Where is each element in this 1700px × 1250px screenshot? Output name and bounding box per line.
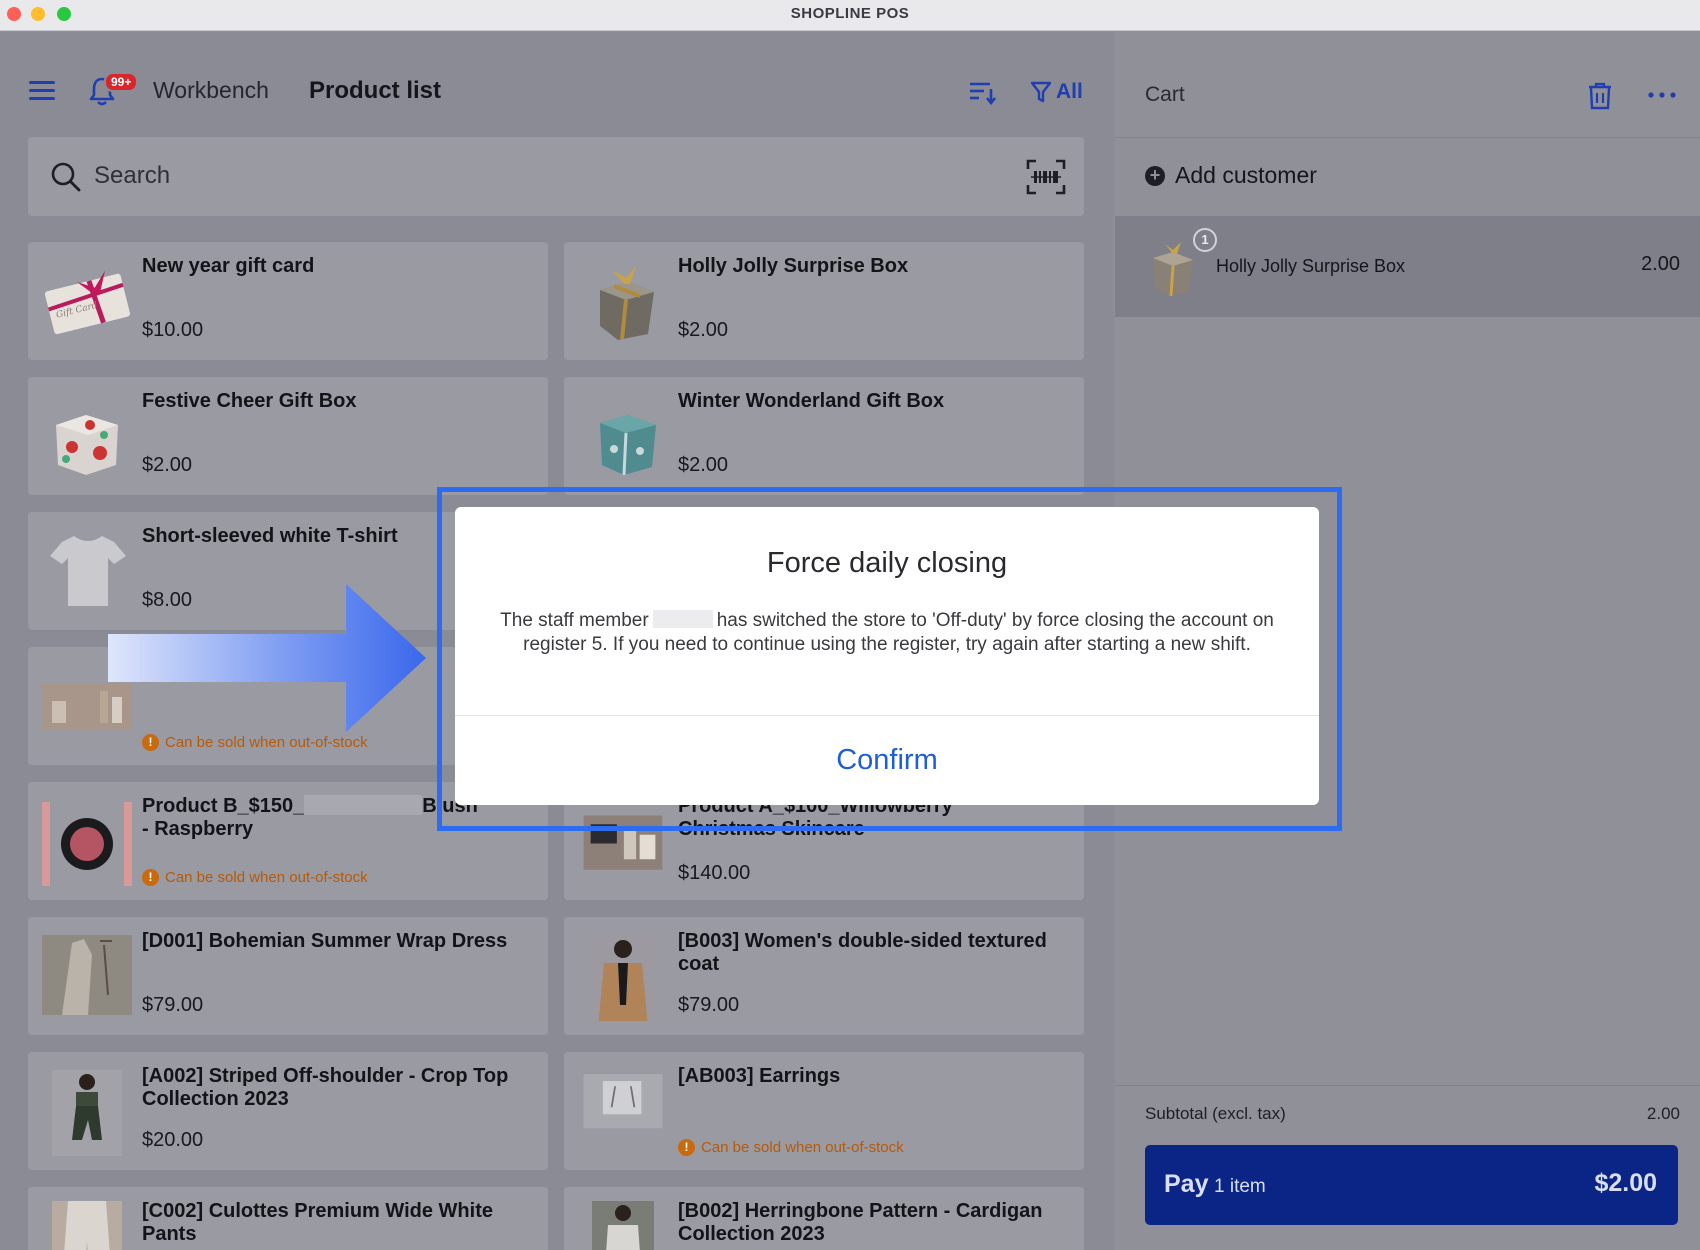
product-price: $2.00 [678,319,729,341]
product-card[interactable]: [AB003] Earrings ! Can be sold when out-… [564,1052,1084,1170]
product-name: [A002] Striped Off-shoulder - Crop Top C… [142,1065,509,1110]
subtotal-label: Subtotal (excl. tax) [1145,1104,1286,1123]
workbench-link[interactable]: Workbench [153,77,269,104]
earrings-thumbnail [583,1074,663,1129]
menu-icon[interactable] [29,81,55,101]
product-price: $140.00 [678,862,751,884]
out-of-stock-note: ! Can be sold when out-of-stock [142,734,368,751]
warning-icon: ! [678,1139,695,1156]
gift-card-thumbnail: Gift Card [44,270,131,335]
dialog-title: Force daily closing [766,547,1008,579]
force-closing-dialog: Force daily closing The staff member has … [455,507,1319,805]
search-icon [51,162,81,192]
add-customer-label: Add customer [1175,162,1317,188]
pay-item-count: 1 item [1214,1176,1266,1197]
add-customer-button[interactable]: + Add customer [1145,162,1317,189]
page-title: Product list [309,77,442,104]
gift-box-thumbnail [600,266,654,340]
product-card[interactable]: Winter Wonderland Gift Box $2.00 [564,377,1084,495]
out-of-stock-note: ! Can be sold when out-of-stock [142,869,368,886]
product-name: [D001] Bohemian Summer Wrap Dress [142,930,508,952]
pants-thumbnail [52,1201,122,1250]
confirm-button[interactable]: Confirm [787,735,987,785]
gift-box-thumbnail [600,415,656,475]
dialog-message: The staff member has switched the store t… [500,610,1274,655]
redacted-name [652,610,713,628]
product-name: [AB003] Earrings [678,1065,841,1087]
dress-thumbnail [42,935,132,1015]
product-name: [C002] Culottes Premium Wide White Pants [142,1200,493,1245]
pay-amount: $2.00 [1594,1169,1657,1197]
out-of-stock-note: ! Can be sold when out-of-stock [678,1139,904,1156]
product-price: $79.00 [142,994,204,1016]
pointer-arrow-icon [108,584,426,732]
product-card[interactable]: Festive Cheer Gift Box $2.00 [28,377,548,495]
cart-title: Cart [1145,83,1185,106]
product-name: [B003] Women's double-sided textured coa… [678,930,1047,975]
gift-box-thumbnail [1153,242,1193,296]
window-title: SHOPLINE POS [790,5,910,22]
product-card[interactable]: [A002] Striped Off-shoulder - Crop Top C… [28,1052,548,1170]
pay-button[interactable]: Pay 1 item $2.00 [1145,1145,1678,1225]
plus-circle-icon: + [1145,165,1165,186]
subtotal-value: 2.00 [1646,1104,1680,1123]
pay-label: Pay [1164,1170,1209,1198]
product-price: $2.00 [678,454,729,476]
more-options-icon[interactable] [1645,84,1679,106]
search-input[interactable] [94,155,994,197]
cart-line-item[interactable]: 1 Holly Jolly Surprise Box 2.00 [1115,216,1700,317]
sort-icon[interactable] [968,79,997,106]
divider [1115,1085,1700,1086]
cart-line-name: Holly Jolly Surprise Box [1216,256,1406,276]
quantity-badge: 1 [1193,228,1217,252]
product-name: [B002] Herringbone Pattern - Cardigan Co… [678,1200,1043,1245]
product-card[interactable]: [C002] Culottes Premium Wide White Pants [28,1187,548,1250]
filter-button[interactable]: All [1030,78,1083,106]
notification-badge: 99+ [104,72,139,92]
product-card[interactable]: Holly Jolly Surprise Box $2.00 [564,242,1084,360]
window-title-bar: SHOPLINE POS [0,0,1700,31]
product-name: New year gift card [142,255,315,277]
product-price: $2.00 [142,454,193,476]
crop-top-thumbnail [52,1070,122,1156]
cart-line-price: 2.00 [1641,253,1680,275]
product-card[interactable]: Gift Card New year gift card $10.00 [28,242,548,360]
product-price: $79.00 [678,994,740,1016]
product-name: Festive Cheer Gift Box [142,390,357,412]
cart-header: Cart [1115,32,1700,138]
gift-box-thumbnail [56,415,118,475]
warning-icon: ! [142,869,159,886]
filter-label: All [1056,80,1083,103]
barcode-scan-icon[interactable] [1026,159,1066,195]
product-name: Holly Jolly Surprise Box [678,255,909,277]
search-bar [28,137,1084,216]
warning-icon: ! [142,734,159,751]
coat-thumbnail [592,935,654,1021]
product-card[interactable]: [B002] Herringbone Pattern - Cardigan Co… [564,1187,1084,1250]
blush-thumbnail [42,802,132,886]
product-price: $10.00 [142,319,204,341]
trash-icon[interactable] [1587,82,1613,110]
product-topbar: 99+ Workbench Product list All [0,32,1114,136]
product-name: Winter Wonderland Gift Box [678,390,945,412]
divider [455,715,1319,716]
product-price: $20.00 [142,1129,204,1151]
product-card[interactable]: [B003] Women's double-sided textured coa… [564,917,1084,1035]
filter-icon [1030,81,1052,103]
cardigan-thumbnail [592,1201,654,1250]
product-card[interactable]: [D001] Bohemian Summer Wrap Dress $79.00 [28,917,548,1035]
